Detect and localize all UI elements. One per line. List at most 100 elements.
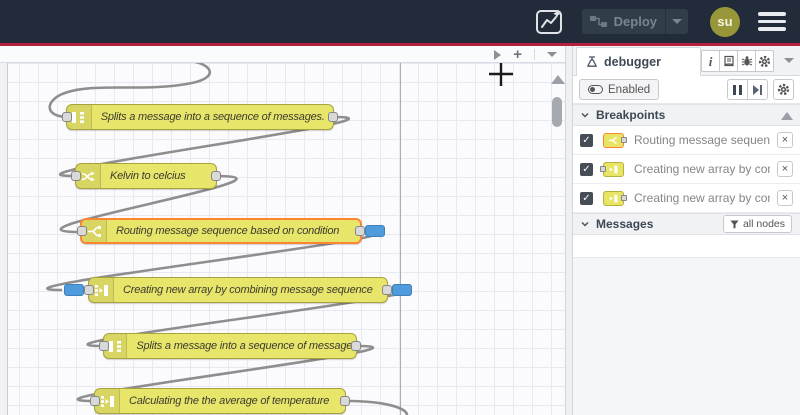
playback-button-group [727, 79, 768, 100]
debugger-enabled-toggle[interactable]: Enabled [579, 79, 660, 100]
output-port[interactable] [355, 226, 365, 236]
deploy-options-button[interactable] [666, 9, 688, 34]
node-label: Routing message sequence based on condit… [116, 225, 340, 237]
canvas-scroll-up-button[interactable] [551, 75, 565, 84]
output-port[interactable] [328, 112, 338, 122]
flow-node-switch[interactable]: Routing message sequence based on condit… [77, 218, 385, 244]
tab-label: debugger [604, 55, 661, 69]
paused-message-indicator[interactable] [392, 284, 412, 296]
breakpoints-scroll-up-button[interactable] [781, 112, 793, 120]
flow-tab-strip: + [0, 46, 565, 63]
remove-breakpoint-button[interactable]: × [777, 190, 793, 206]
messages-panel-background [573, 257, 800, 415]
canvas-left-gutter [0, 63, 8, 415]
node-label: Splits a message into a sequence of mess… [136, 340, 356, 352]
debugger-settings-button[interactable] [773, 79, 794, 100]
flow-node-join[interactable]: Creating new array by combining message … [64, 277, 412, 303]
paused-message-indicator[interactable] [365, 225, 385, 237]
node-label: Splits a message into a sequence of mess… [100, 111, 325, 123]
sidebar: debugger i Enabled Breakpoints ✓ Routing… [573, 46, 800, 415]
input-port[interactable] [62, 112, 72, 122]
bug-icon [741, 56, 752, 66]
breakpoint-checkbox[interactable]: ✓ [580, 162, 593, 176]
hamburger-icon [758, 27, 786, 31]
mini-output-port [621, 137, 627, 143]
output-port[interactable] [340, 396, 350, 406]
breakpoint-row[interactable]: ✓ Routing message sequence based on cond… [573, 126, 800, 155]
node-red-app: Deploy su + Splits a message into a sequ… [0, 0, 800, 415]
deploy-label: Deploy [613, 14, 657, 29]
canvas-scrollbar-thumb[interactable] [552, 97, 562, 127]
remove-breakpoint-button[interactable]: × [777, 161, 793, 177]
main-menu-button[interactable] [758, 12, 786, 31]
flow-canvas[interactable]: Splits a message into a sequence of mess… [0, 63, 565, 415]
breakpoint-checkbox[interactable]: ✓ [580, 133, 593, 147]
step-forward-icon [753, 84, 762, 95]
sidebar-tab-bar: debugger i [573, 46, 800, 76]
flow-node-split[interactable]: Splits a message into a sequence of mess… [99, 333, 361, 359]
export-image-button[interactable] [534, 7, 566, 37]
step-button[interactable] [747, 79, 768, 100]
message-filter-button[interactable]: all nodes [722, 215, 792, 233]
hamburger-icon [758, 19, 786, 24]
section-title: Breakpoints [596, 108, 666, 122]
node-label: Creating new array by combining message … [123, 284, 373, 296]
input-port[interactable] [99, 341, 109, 351]
sidebar-splitter[interactable] [565, 46, 573, 415]
breakpoints-section-header[interactable]: Breakpoints [573, 104, 800, 126]
filter-label: all nodes [742, 218, 785, 230]
flow-node-join[interactable]: Calculating the the average of temperatu… [90, 388, 350, 414]
gear-icon [758, 55, 771, 67]
paused-message-indicator[interactable] [64, 284, 84, 296]
deploy-button[interactable]: Deploy [582, 9, 665, 34]
sidebar-toolbar: i [701, 50, 774, 72]
output-port[interactable] [382, 285, 392, 295]
switch-node-mini-icon [603, 132, 627, 148]
image-sparkle-icon [535, 9, 562, 34]
node-label: Calculating the the average of temperatu… [129, 395, 330, 407]
tab-scroll-right-button[interactable] [494, 49, 502, 60]
mini-output-port [621, 195, 627, 201]
info-tab-button[interactable]: i [701, 50, 720, 72]
chevron-down-icon [581, 221, 589, 227]
divider [534, 49, 535, 60]
input-port[interactable] [84, 285, 94, 295]
input-port[interactable] [77, 226, 87, 236]
join-node-mini-icon [603, 190, 627, 206]
flow-node-split[interactable]: Splits a message into a sequence of mess… [62, 104, 338, 130]
book-icon [723, 55, 734, 67]
config-tab-button[interactable] [755, 50, 774, 72]
tab-debugger[interactable]: debugger [576, 47, 701, 76]
input-port[interactable] [71, 171, 81, 181]
header-bar: Deploy su [0, 0, 800, 43]
sidebar-options-button[interactable] [784, 58, 794, 63]
messages-empty-area [573, 235, 800, 257]
add-flow-button[interactable]: + [513, 47, 522, 62]
join-node-mini-icon [600, 161, 624, 177]
hamburger-icon [758, 12, 786, 16]
help-tab-button[interactable] [719, 50, 738, 72]
main-area: + Splits a message into a sequence of me… [0, 46, 800, 415]
breakpoint-row[interactable]: ✓ Creating new array by combining messag… [573, 184, 800, 213]
pause-button[interactable] [727, 79, 748, 100]
section-title: Messages [596, 217, 654, 231]
gear-icon [777, 83, 790, 96]
output-port[interactable] [211, 171, 221, 181]
flow-list-button[interactable] [547, 52, 557, 57]
deploy-nodes-icon [589, 16, 607, 27]
flow-node-change[interactable]: Kelvin to celcius [71, 163, 221, 189]
pause-icon [733, 84, 742, 95]
chevron-down-icon [672, 19, 682, 24]
output-port[interactable] [351, 341, 361, 351]
node-label: Kelvin to celcius [110, 170, 186, 182]
debugger-controls: Enabled [573, 76, 800, 104]
messages-section-header[interactable]: Messages all nodes [573, 213, 800, 235]
input-port[interactable] [90, 396, 100, 406]
user-avatar[interactable]: su [710, 6, 740, 37]
breakpoint-label: Creating new array by combining message … [634, 162, 770, 176]
breakpoint-row[interactable]: ✓ Creating new array by combining messag… [573, 155, 800, 184]
chevron-down-icon [581, 112, 589, 118]
remove-breakpoint-button[interactable]: × [777, 132, 793, 148]
debug-tab-button[interactable] [737, 50, 756, 72]
breakpoint-checkbox[interactable]: ✓ [580, 191, 593, 205]
